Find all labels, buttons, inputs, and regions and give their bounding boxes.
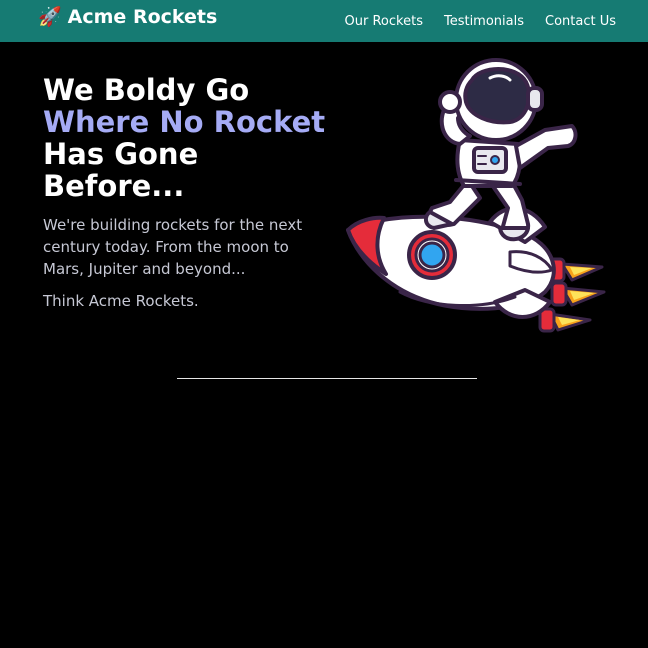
hero-text: We Boldy Go Where No Rocket Has Gone Bef… xyxy=(43,74,333,312)
headline-line-2: Where No Rocket xyxy=(43,105,326,139)
brand-link[interactable]: 🚀 Acme Rockets xyxy=(38,6,217,28)
hero-description: We're building rockets for the next cent… xyxy=(43,216,303,278)
hero-tagline: Think Acme Rockets. xyxy=(43,292,199,310)
nav-link-our-rockets[interactable]: Our Rockets xyxy=(345,14,423,29)
nav-link-contact-us[interactable]: Contact Us xyxy=(545,14,616,29)
rocket-icon: 🚀 xyxy=(38,5,62,28)
navbar: 🚀 Acme Rockets Our Rockets Testimonials … xyxy=(0,0,648,42)
headline-line-4: Before... xyxy=(43,169,185,203)
brand-label: Acme Rockets xyxy=(67,6,218,28)
headline-line-1: We Boldy Go xyxy=(43,73,250,107)
headline-line-3: Has Gone xyxy=(43,137,199,171)
astronaut-rocket-svg xyxy=(346,58,606,333)
section-divider xyxy=(177,378,477,379)
nav-link-testimonials[interactable]: Testimonials xyxy=(444,14,524,29)
nav-links: Our Rockets Testimonials Contact Us xyxy=(324,0,616,42)
astronaut-rocket-illustration xyxy=(340,52,610,337)
hero-headline: We Boldy Go Where No Rocket Has Gone Bef… xyxy=(43,74,333,202)
